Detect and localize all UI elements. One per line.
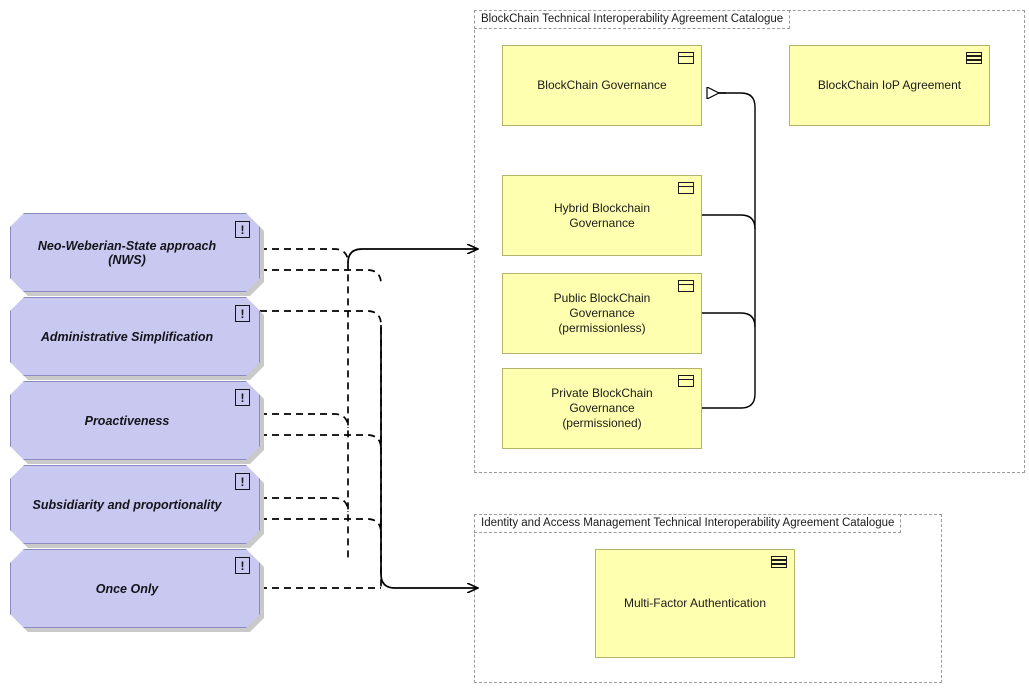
principle-icon: !: [235, 305, 250, 322]
object-public-blockchain-governance-label: Public BlockChain Governance (permission…: [553, 291, 651, 335]
object-private-blockchain-governance-label: Private BlockChain Governance (permissio…: [551, 386, 653, 430]
object-blockchain-governance-label: BlockChain Governance: [537, 78, 667, 92]
object-hybrid-blockchain-governance-label: Hybrid Blockchain Governance: [553, 200, 651, 230]
principle-subsidiarity-label: Subsidiarity and proportionality: [32, 497, 222, 512]
principle-subsidiarity[interactable]: ! Subsidiarity and proportionality: [10, 465, 260, 544]
principle-icon: !: [235, 557, 250, 574]
object-blockchain-iop-agreement[interactable]: BlockChain IoP Agreement: [789, 45, 990, 126]
business-object-icon: [678, 375, 694, 387]
object-multi-factor-authentication[interactable]: Multi-Factor Authentication: [595, 549, 795, 658]
principle-admin-simplification-wrapper: ! Administrative Simplification: [10, 297, 260, 376]
object-blockchain-governance[interactable]: BlockChain Governance: [502, 45, 702, 126]
object-blockchain-iop-agreement-label: BlockChain IoP Agreement: [817, 78, 962, 92]
object-public-blockchain-governance[interactable]: Public BlockChain Governance (permission…: [502, 273, 702, 354]
principle-icon: !: [235, 389, 250, 406]
principle-proactiveness[interactable]: ! Proactiveness: [10, 381, 260, 460]
business-object-icon: [678, 280, 694, 292]
business-object-icon: [678, 182, 694, 194]
principle-nws-wrapper: ! Neo-Weberian-State approach (NWS): [10, 213, 260, 292]
principle-admin-simplification[interactable]: ! Administrative Simplification: [10, 297, 260, 376]
principle-nws[interactable]: ! Neo-Weberian-State approach (NWS): [10, 213, 260, 292]
object-multi-factor-authentication-label: Multi-Factor Authentication: [623, 596, 767, 610]
object-hybrid-blockchain-governance[interactable]: Hybrid Blockchain Governance: [502, 175, 702, 256]
principle-once-only[interactable]: ! Once Only: [10, 549, 260, 628]
principle-once-only-label: Once Only: [95, 581, 159, 596]
principle-icon: !: [235, 473, 250, 490]
business-object-icon: [678, 52, 694, 64]
group-blockchain-catalogue-label: BlockChain Technical Interoperability Ag…: [474, 10, 791, 29]
object-private-blockchain-governance[interactable]: Private BlockChain Governance (permissio…: [502, 368, 702, 449]
contract-icon: [771, 556, 787, 568]
principle-nws-label: Neo-Weberian-State approach (NWS): [37, 238, 217, 267]
principle-icon: !: [235, 221, 250, 238]
diagram-canvas: BlockChain Technical Interoperability Ag…: [0, 0, 1029, 693]
principle-proactiveness-label: Proactiveness: [84, 413, 170, 428]
group-iam-catalogue-label: Identity and Access Management Technical…: [474, 514, 902, 533]
principle-proactiveness-wrapper: ! Proactiveness: [10, 381, 260, 460]
realization-relationships: [260, 249, 478, 588]
contract-icon: [966, 52, 982, 64]
principle-admin-simplification-label: Administrative Simplification: [40, 329, 214, 344]
principle-subsidiarity-wrapper: ! Subsidiarity and proportionality: [10, 465, 260, 544]
principle-once-only-wrapper: ! Once Only: [10, 549, 260, 628]
